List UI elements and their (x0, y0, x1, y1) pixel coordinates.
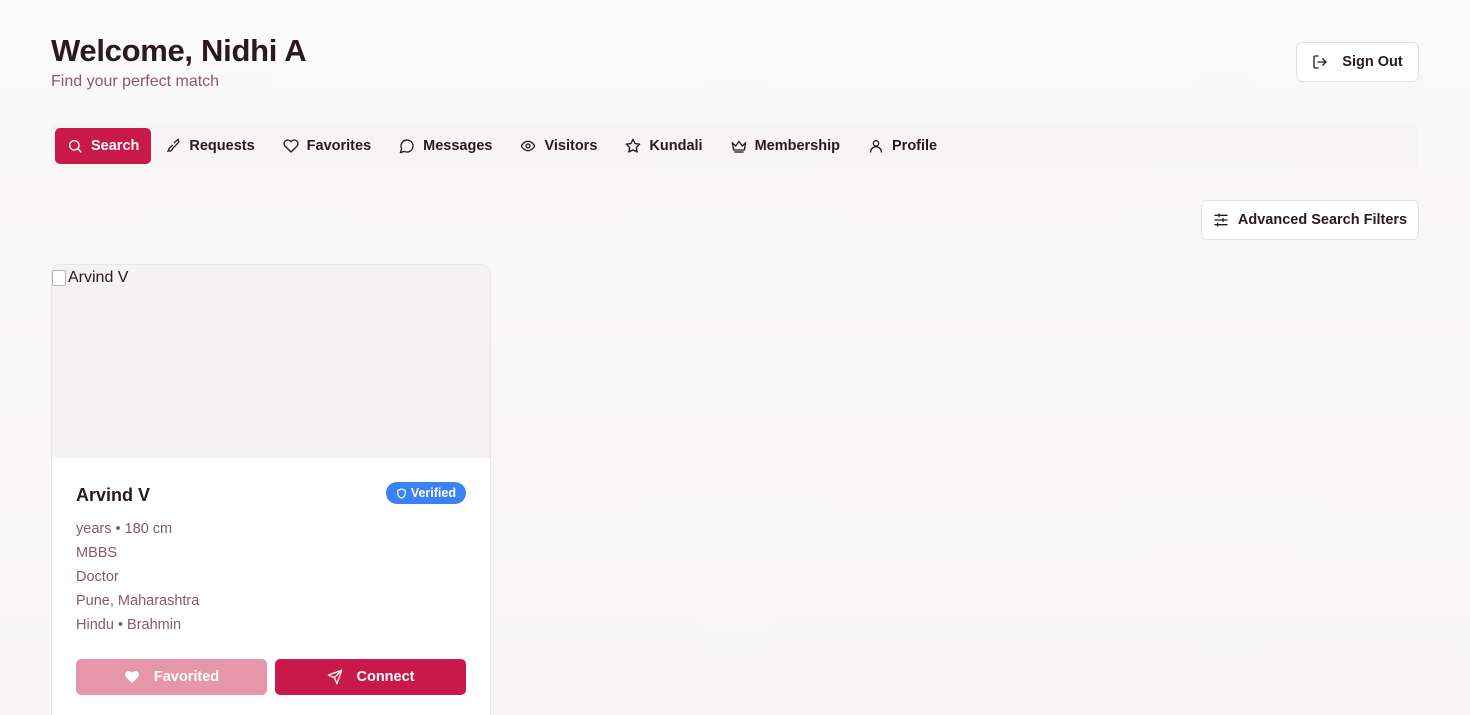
profile-card[interactable]: Arvind V Arvind V Verified years • 180 c… (51, 264, 491, 715)
tab-label: Kundali (649, 138, 703, 154)
favorited-label: Favorited (153, 669, 220, 685)
tab-messages[interactable]: Messages (385, 128, 506, 164)
eye-icon (521, 140, 536, 152)
main-tabs: Search Requests Favorites Messages Visit… (51, 124, 1419, 168)
tab-requests[interactable]: Requests (151, 128, 268, 164)
tab-search[interactable]: Search (55, 128, 152, 164)
profile-photo: Arvind V (52, 265, 490, 458)
handshake-icon (167, 138, 180, 152)
advanced-search-filters-button[interactable]: Advanced Search Filters (1201, 200, 1419, 240)
chat-bubble-icon (399, 139, 414, 154)
user-icon (870, 140, 882, 153)
heart-filled-icon (124, 670, 139, 683)
sign-out-button[interactable]: Sign Out (1296, 42, 1419, 82)
occupation: Doctor (76, 569, 119, 585)
tab-label: Requests (189, 138, 255, 154)
page-title: Welcome, Nidhi A (51, 33, 307, 68)
location: Pune, Maharashtra (76, 593, 200, 609)
page-header: Welcome, Nidhi A Find your perfect match (51, 33, 307, 91)
star-icon (626, 138, 641, 153)
photo-alt-text: Arvind V (68, 269, 129, 286)
tab-visitors[interactable]: Visitors (506, 128, 611, 164)
profile-actions: Favorited Connect (76, 659, 466, 695)
favorited-button[interactable]: Favorited (76, 659, 267, 695)
tab-favorites[interactable]: Favorites (269, 128, 385, 164)
heart-icon (283, 139, 299, 153)
profile-card-body: Arvind V Verified years • 180 cm MBBS Do… (52, 458, 490, 695)
send-icon (327, 669, 342, 685)
connect-button[interactable]: Connect (275, 659, 466, 695)
verified-badge: Verified (385, 482, 466, 504)
verified-label: Verified (410, 486, 456, 500)
tab-label: Visitors (544, 138, 598, 154)
tab-label: Messages (423, 138, 493, 154)
tab-membership[interactable]: Membership (717, 128, 854, 164)
tab-profile[interactable]: Profile (854, 128, 951, 164)
tab-label: Favorites (306, 138, 372, 154)
sign-out-label: Sign Out (1342, 54, 1403, 70)
tab-kundali[interactable]: Kundali (611, 128, 716, 164)
sliders-icon (1214, 213, 1228, 227)
page-subtitle: Find your perfect match (51, 73, 220, 90)
tab-label: Search (91, 138, 140, 154)
logout-icon (1313, 55, 1327, 69)
search-icon (69, 140, 82, 153)
profile-details: years • 180 cm MBBS Doctor Pune, Maharas… (76, 517, 466, 637)
profile-photo-alt: Arvind V (52, 269, 128, 287)
broken-image-icon (52, 270, 66, 286)
shield-icon (397, 487, 406, 499)
crown-icon (731, 140, 746, 153)
tab-label: Profile (892, 138, 938, 154)
connect-label: Connect (356, 669, 415, 685)
education: MBBS (76, 545, 118, 561)
age-height: years • 180 cm (76, 521, 173, 537)
tab-label: Membership (754, 138, 840, 154)
religion-caste: Hindu • Brahmin (76, 617, 182, 633)
advanced-search-filters-label: Advanced Search Filters (1237, 212, 1408, 228)
